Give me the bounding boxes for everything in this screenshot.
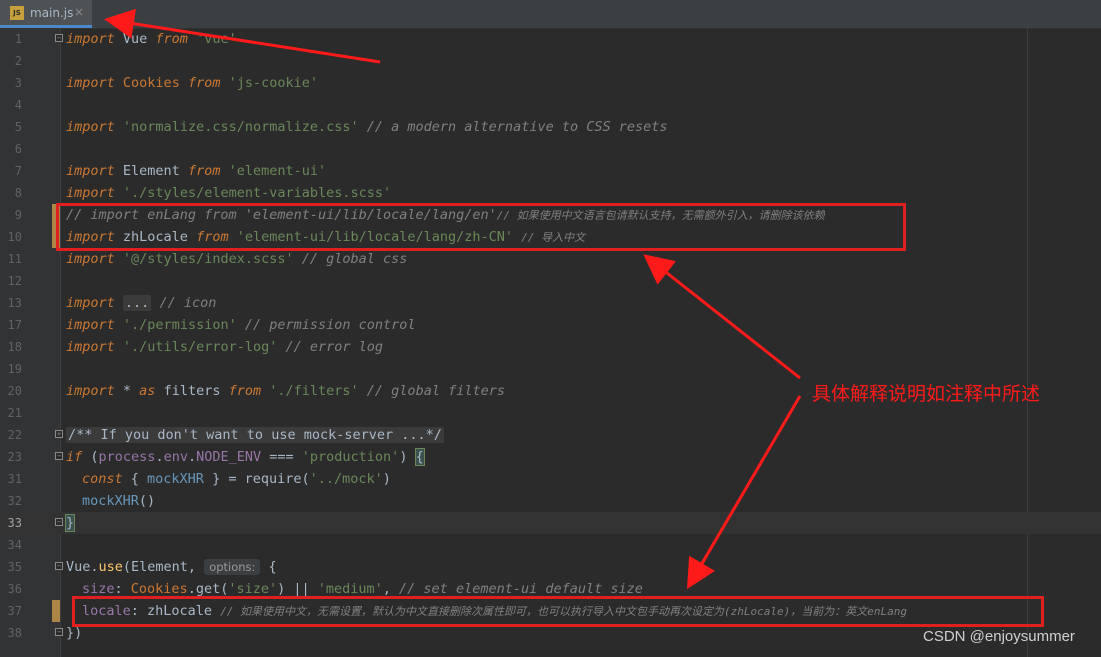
- arrow-to-tab: [104, 8, 381, 64]
- annotation-label: 具体解释说明如注释中所述: [812, 383, 1041, 405]
- arrow-to-locale-box: [686, 395, 802, 590]
- watermark: CSDN @enjoysummer: [923, 628, 1075, 645]
- annotation-arrows: [104, 8, 802, 590]
- arrow-to-import-box: [643, 254, 801, 380]
